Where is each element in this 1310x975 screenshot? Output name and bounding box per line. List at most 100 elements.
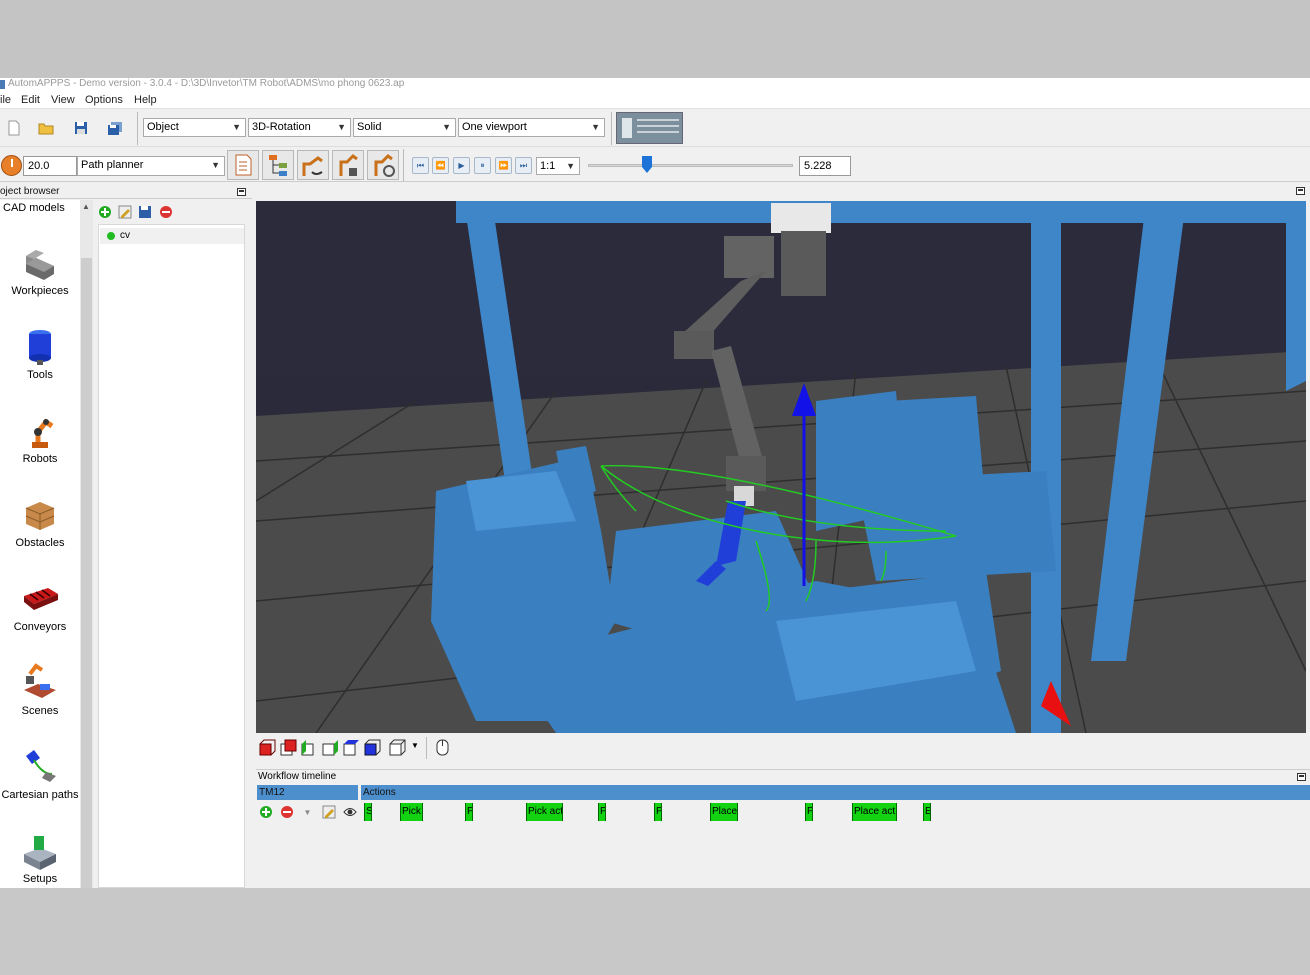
list-item[interactable]: cv — [100, 228, 244, 244]
action-dropdown-button[interactable]: ▼ — [299, 804, 316, 820]
timeline-slider-thumb[interactable] — [642, 156, 653, 173]
edit-icon — [118, 205, 131, 219]
open-file-button[interactable] — [34, 117, 58, 139]
pause-button[interactable]: ⏸ — [474, 157, 491, 174]
menu-file[interactable]: ile — [0, 94, 11, 106]
category-setups[interactable]: Setups — [0, 830, 80, 885]
speed-gauge-icon[interactable] — [1, 155, 22, 176]
add-icon — [98, 206, 111, 218]
view-cube-back-icon[interactable] — [280, 739, 297, 756]
workflow-timeline-header: Workflow timeline — [256, 769, 1310, 783]
save-object-button[interactable] — [136, 204, 153, 220]
timeline-block-path[interactable]: P — [805, 803, 813, 821]
timeline-block-path[interactable]: P — [654, 803, 662, 821]
toggle-visibility-button[interactable] — [341, 804, 358, 820]
rotation-combo[interactable]: 3D-Rotation ▼ — [248, 118, 351, 137]
remove-object-button[interactable] — [157, 204, 174, 220]
robot-config-button[interactable] — [332, 150, 364, 180]
add-action-button[interactable] — [257, 804, 274, 820]
add-object-button[interactable] — [96, 204, 113, 220]
toolbar-separator — [426, 737, 427, 759]
category-label: Obstacles — [15, 537, 65, 549]
go-to-end-button[interactable]: ⏭ — [515, 157, 532, 174]
menu-options[interactable]: Options — [85, 94, 123, 106]
view-cube-bottom-icon[interactable] — [364, 739, 381, 756]
timeline-slider-track[interactable] — [588, 164, 793, 167]
timeline-block-pick[interactable]: Pick — [400, 803, 423, 821]
menu-edit[interactable]: Edit — [21, 94, 40, 106]
timeline-block-start[interactable]: S — [364, 803, 372, 821]
category-label: Cartesian paths — [1, 789, 79, 801]
viewport-combo[interactable]: One viewport ▼ — [458, 118, 605, 137]
scroll-up-icon[interactable]: ▲ — [82, 202, 90, 211]
view-cube-left-icon[interactable] — [301, 739, 318, 756]
workpiece-icon — [26, 250, 54, 280]
panel-pin-icon[interactable] — [1297, 773, 1306, 781]
category-workpieces[interactable]: Workpieces — [0, 242, 80, 297]
category-scrollbar[interactable]: ▲ — [80, 200, 93, 888]
edit-icon — [322, 805, 335, 819]
new-file-icon — [8, 120, 20, 136]
category-label: Scenes — [21, 705, 59, 717]
render-combo[interactable]: Solid ▼ — [353, 118, 456, 137]
planner-combo[interactable]: Path planner ▼ — [77, 156, 225, 176]
render-combo-value: Solid — [357, 121, 382, 133]
save-all-button[interactable] — [103, 117, 127, 139]
menu-view[interactable]: View — [51, 94, 75, 106]
view-cube-top-icon[interactable] — [343, 739, 360, 756]
panel-pin-icon[interactable] — [1296, 187, 1305, 195]
fast-forward-button[interactable]: ⏩ — [495, 157, 512, 174]
scrollbar-thumb[interactable] — [81, 258, 92, 888]
category-scenes[interactable]: Scenes — [0, 662, 80, 717]
timeline-block-end[interactable]: E — [923, 803, 931, 821]
logo-line — [637, 119, 679, 121]
chevron-down-icon[interactable]: ▼ — [411, 741, 419, 750]
hierarchy-button[interactable] — [262, 150, 294, 180]
3d-viewport[interactable] — [256, 201, 1306, 733]
view-cube-iso-icon[interactable] — [389, 739, 406, 756]
menu-help[interactable]: Help — [134, 94, 157, 106]
speed-field[interactable]: 20.0 — [23, 156, 77, 176]
view-cube-right-icon[interactable] — [322, 739, 339, 756]
new-file-button[interactable] — [2, 117, 26, 139]
scene-canvas — [256, 201, 1306, 733]
time-field[interactable]: 5.228 — [799, 156, 851, 176]
category-obstacles[interactable]: Obstacles — [0, 494, 80, 549]
category-label: Setups — [22, 873, 58, 885]
remove-action-button[interactable] — [278, 804, 295, 820]
timeline-block-pick-act[interactable]: Pick act — [526, 803, 563, 821]
category-conveyors[interactable]: Conveyors — [0, 578, 80, 633]
robot-settings-button[interactable] — [367, 150, 399, 180]
timeline-row: ▼ S Pick P Pick act P P Place P Place ac… — [256, 801, 1310, 888]
chevron-down-icon: ▼ — [303, 807, 312, 817]
simulation-toolbar: 20.0 Path planner ▼ ⏮ ⏪ ▶ ⏸ ⏩ ⏭ 1:1 ▼ 5.… — [0, 148, 1310, 182]
panel-pin-icon[interactable] — [237, 188, 246, 196]
edit-object-button[interactable] — [116, 204, 133, 220]
category-robots[interactable]: Robots — [0, 410, 80, 465]
edit-action-button[interactable] — [320, 804, 337, 820]
save-button[interactable] — [69, 117, 93, 139]
play-button[interactable]: ▶ — [453, 157, 470, 174]
category-tools[interactable]: Tools — [0, 326, 80, 381]
category-cartesian-paths[interactable]: Cartesian paths — [0, 746, 80, 801]
hierarchy-icon — [269, 155, 287, 176]
mode-combo[interactable]: Object ▼ — [143, 118, 246, 137]
obstacle-icon — [25, 502, 55, 530]
timeline-block-place[interactable]: Place — [710, 803, 738, 821]
object-list-panel: cv — [93, 200, 252, 888]
save-icon — [138, 206, 151, 218]
ratio-combo[interactable]: 1:1 ▼ — [536, 157, 580, 175]
category-label: Robots — [22, 453, 58, 465]
path-list-button[interactable] — [227, 150, 259, 180]
open-folder-icon — [38, 123, 54, 135]
view-cube-front-icon[interactable] — [259, 739, 276, 756]
rotation-combo-value: 3D-Rotation — [252, 121, 311, 133]
rewind-button[interactable]: ⏪ — [432, 157, 449, 174]
mouse-mode-icon[interactable] — [434, 739, 451, 756]
timeline-block-path[interactable]: P — [465, 803, 473, 821]
logo-thumbnail — [616, 112, 683, 144]
robot-path-button[interactable] — [297, 150, 329, 180]
timeline-block-place-act[interactable]: Place act — [852, 803, 897, 821]
timeline-block-path[interactable]: P — [598, 803, 606, 821]
go-to-start-button[interactable]: ⏮ — [412, 157, 429, 174]
